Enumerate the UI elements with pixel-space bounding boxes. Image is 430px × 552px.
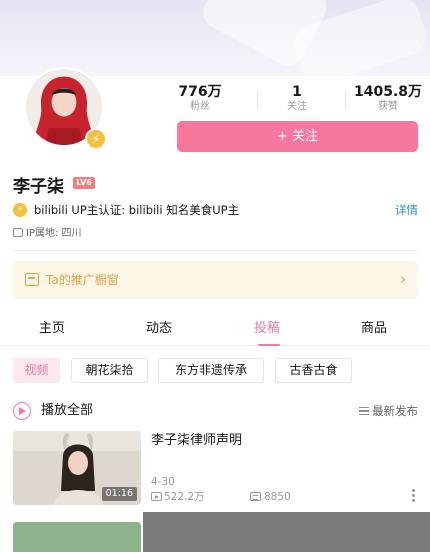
certification-row: ⚡ bilibili UP主认证: bilibili 知名美食UP主 详情 — [13, 202, 418, 218]
promo-window-label: Ta的推广橱窗 — [46, 273, 119, 287]
likes-label: 获赞 — [378, 101, 398, 112]
tab-dynamics[interactable]: 动态 — [146, 320, 172, 338]
filter-chip-collection[interactable]: 古香古食 — [275, 358, 352, 383]
fans-label: 粉丝 — [190, 101, 210, 112]
video-plays: 522.2万 — [151, 490, 205, 504]
video-date: 4-30 — [151, 476, 175, 488]
follow-button[interactable]: + 关注 — [177, 121, 418, 152]
promo-window-entry[interactable]: Ta的推广橱窗 › — [13, 261, 418, 299]
following-count: 1 — [292, 84, 302, 100]
stat-divider — [345, 92, 346, 108]
next-video-thumbnail[interactable] — [13, 522, 141, 552]
play-all-row: 播放全部 最新发布 — [13, 401, 418, 421]
tab-goods[interactable]: 商品 — [361, 320, 387, 338]
filter-chip-collection[interactable]: 东方非遗传承 — [158, 358, 264, 383]
more-options-icon[interactable] — [412, 489, 416, 503]
certification-text: bilibili UP主认证: bilibili 知名美食UP主 — [34, 203, 240, 217]
danmaku-icon — [250, 492, 261, 501]
verified-badge-icon: ⚡ — [85, 128, 107, 150]
sort-selector[interactable]: 最新发布 — [359, 403, 418, 419]
danmaku-count: 8850 — [264, 491, 291, 503]
play-all-button[interactable]: 播放全部 — [41, 402, 93, 420]
following-label: 关注 — [287, 101, 307, 112]
ip-location: IP属地: 四川 — [13, 227, 82, 241]
tab-home[interactable]: 主页 — [39, 320, 65, 338]
active-tab-indicator — [258, 344, 280, 346]
overlay-bar — [143, 512, 430, 552]
video-title[interactable]: 李子柒律师声明 — [151, 432, 242, 450]
profile-banner — [0, 0, 430, 76]
video-thumbnail[interactable]: 01:16 — [13, 431, 141, 505]
filter-chip-videos[interactable]: 视频 — [13, 358, 60, 383]
play-count-icon — [151, 492, 162, 501]
filter-chip-collection[interactable]: 朝花柒拾 — [71, 358, 148, 383]
video-duration: 01:16 — [101, 487, 137, 501]
likes-count: 1405.8万 — [353, 84, 423, 100]
sort-label: 最新发布 — [372, 404, 418, 418]
video-list-item[interactable]: 01:16 李子柒律师声明 4-30 522.2万 8850 — [13, 431, 418, 507]
likes-stat[interactable]: 1405.8万 获赞 — [348, 84, 428, 114]
profile-tabs: 主页 动态 投稿 商品 — [0, 312, 430, 346]
play-count: 522.2万 — [164, 491, 205, 503]
ip-icon — [13, 228, 23, 237]
user-name: 李子柒 — [13, 177, 64, 197]
divider — [13, 250, 418, 251]
video-danmaku: 8850 — [250, 490, 291, 504]
fans-stat[interactable]: 776万 粉丝 — [160, 84, 240, 114]
fans-count: 776万 — [178, 84, 222, 100]
certification-icon: ⚡ — [13, 203, 27, 217]
sort-icon — [359, 407, 369, 415]
chevron-right-icon: › — [400, 270, 406, 288]
play-circle-icon[interactable] — [13, 402, 31, 420]
stats-row: 776万 粉丝 1 关注 1405.8万 获赞 — [170, 84, 422, 114]
shop-window-icon — [25, 273, 39, 286]
following-stat[interactable]: 1 关注 — [257, 84, 337, 114]
level-badge: LV6 — [73, 177, 95, 189]
certification-details-link[interactable]: 详情 — [395, 202, 418, 218]
ip-location-text: IP属地: 四川 — [26, 228, 82, 239]
tab-uploads[interactable]: 投稿 — [254, 320, 280, 338]
